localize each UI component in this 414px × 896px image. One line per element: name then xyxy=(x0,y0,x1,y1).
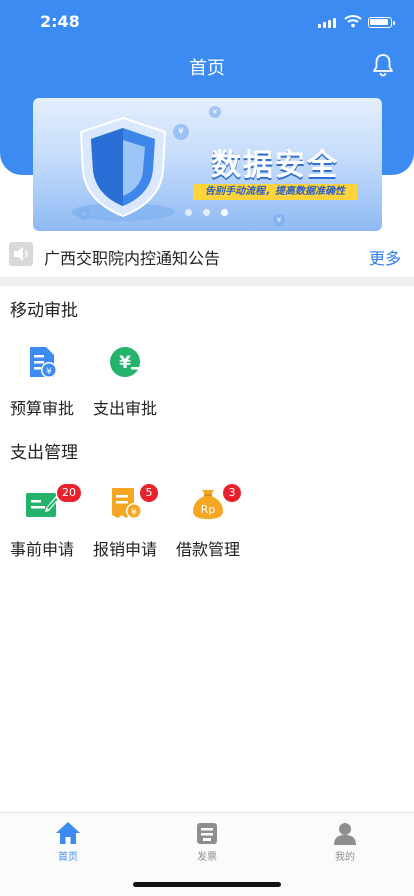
yuan-coin-icon: ¥ xyxy=(209,106,221,118)
svg-text:¥: ¥ xyxy=(119,353,131,373)
budget-doc-icon: ¥ xyxy=(30,347,57,378)
pagination-dot[interactable] xyxy=(185,209,192,216)
pagination-dot-active[interactable] xyxy=(221,209,228,216)
home-icon xyxy=(56,822,80,844)
invoice-icon xyxy=(197,823,217,844)
tab-invoice[interactable]: 发票 xyxy=(167,821,247,863)
status-bar: 2:48 xyxy=(0,10,414,34)
tab-profile-label: 我的 xyxy=(335,852,355,863)
page-title: 首页 xyxy=(189,58,225,79)
yuan-coin-icon: ¥ xyxy=(273,214,285,226)
loan-bag-icon: Rp xyxy=(193,490,223,519)
shield-icon xyxy=(71,116,175,221)
promo-banner[interactable]: ¥ ¥ ¥ ¥ 数据安全 告别手动流程，提高数据准确性 xyxy=(33,98,382,231)
speaker-icon xyxy=(9,242,33,266)
notification-badge: 5 xyxy=(140,484,158,502)
reimbursement-icon: ¥ xyxy=(112,488,142,519)
notification-badge: 3 xyxy=(223,484,241,502)
pre-application-icon xyxy=(26,493,59,517)
home-indicator xyxy=(133,882,281,887)
expense-approval-button[interactable]: ¥ 支出审批 xyxy=(85,345,165,425)
status-time: 2:48 xyxy=(40,12,80,31)
home-screen: 2:48 首页 ¥ ¥ ¥ ¥ 数据安全 告别手动流程 xyxy=(0,0,414,896)
banner-subline: 告别手动流程，提高数据准确性 xyxy=(193,184,357,200)
section-title-expense-management: 支出管理 xyxy=(10,443,78,463)
notice-bar[interactable]: 广西交职院内控通知公告 更多 xyxy=(0,237,414,272)
tab-home-label: 首页 xyxy=(58,852,78,863)
tab-invoice-label: 发票 xyxy=(197,852,217,863)
loan-management-button[interactable]: Rp 3 借款管理 xyxy=(168,484,248,566)
banner-headline: 数据安全 xyxy=(211,148,339,183)
section-title-mobile-approval: 移动审批 xyxy=(10,301,78,321)
notification-badge: 20 xyxy=(57,484,81,502)
battery-icon xyxy=(368,17,395,28)
profile-icon xyxy=(334,823,356,845)
tab-home[interactable]: 首页 xyxy=(28,821,108,863)
bell-icon[interactable] xyxy=(370,52,396,78)
banner-pagination xyxy=(185,208,235,218)
budget-approval-button[interactable]: ¥ 预算审批 xyxy=(2,345,82,425)
reimbursement-label: 报销申请 xyxy=(92,540,157,559)
reimbursement-button[interactable]: ¥ 5 报销申请 xyxy=(85,484,165,566)
wifi-icon xyxy=(344,15,362,28)
pagination-dot[interactable] xyxy=(203,209,210,216)
more-link[interactable]: 更多 xyxy=(369,245,401,269)
svg-text:¥: ¥ xyxy=(46,367,52,377)
section-divider xyxy=(0,277,414,286)
notice-text[interactable]: 广西交职院内控通知公告 xyxy=(44,245,220,269)
svg-text:Rp: Rp xyxy=(201,503,216,516)
expense-approval-label: 支出审批 xyxy=(92,399,157,418)
pre-application-button[interactable]: 20 事前申请 xyxy=(2,484,82,566)
tab-profile[interactable]: 我的 xyxy=(305,821,385,863)
cellular-signal-icon xyxy=(318,18,338,28)
pre-application-label: 事前申请 xyxy=(9,540,74,559)
loan-management-label: 借款管理 xyxy=(175,540,240,559)
svg-text:¥: ¥ xyxy=(131,508,137,518)
budget-approval-label: 预算审批 xyxy=(9,399,74,418)
yuan-coin-icon: ¥ xyxy=(110,347,140,377)
